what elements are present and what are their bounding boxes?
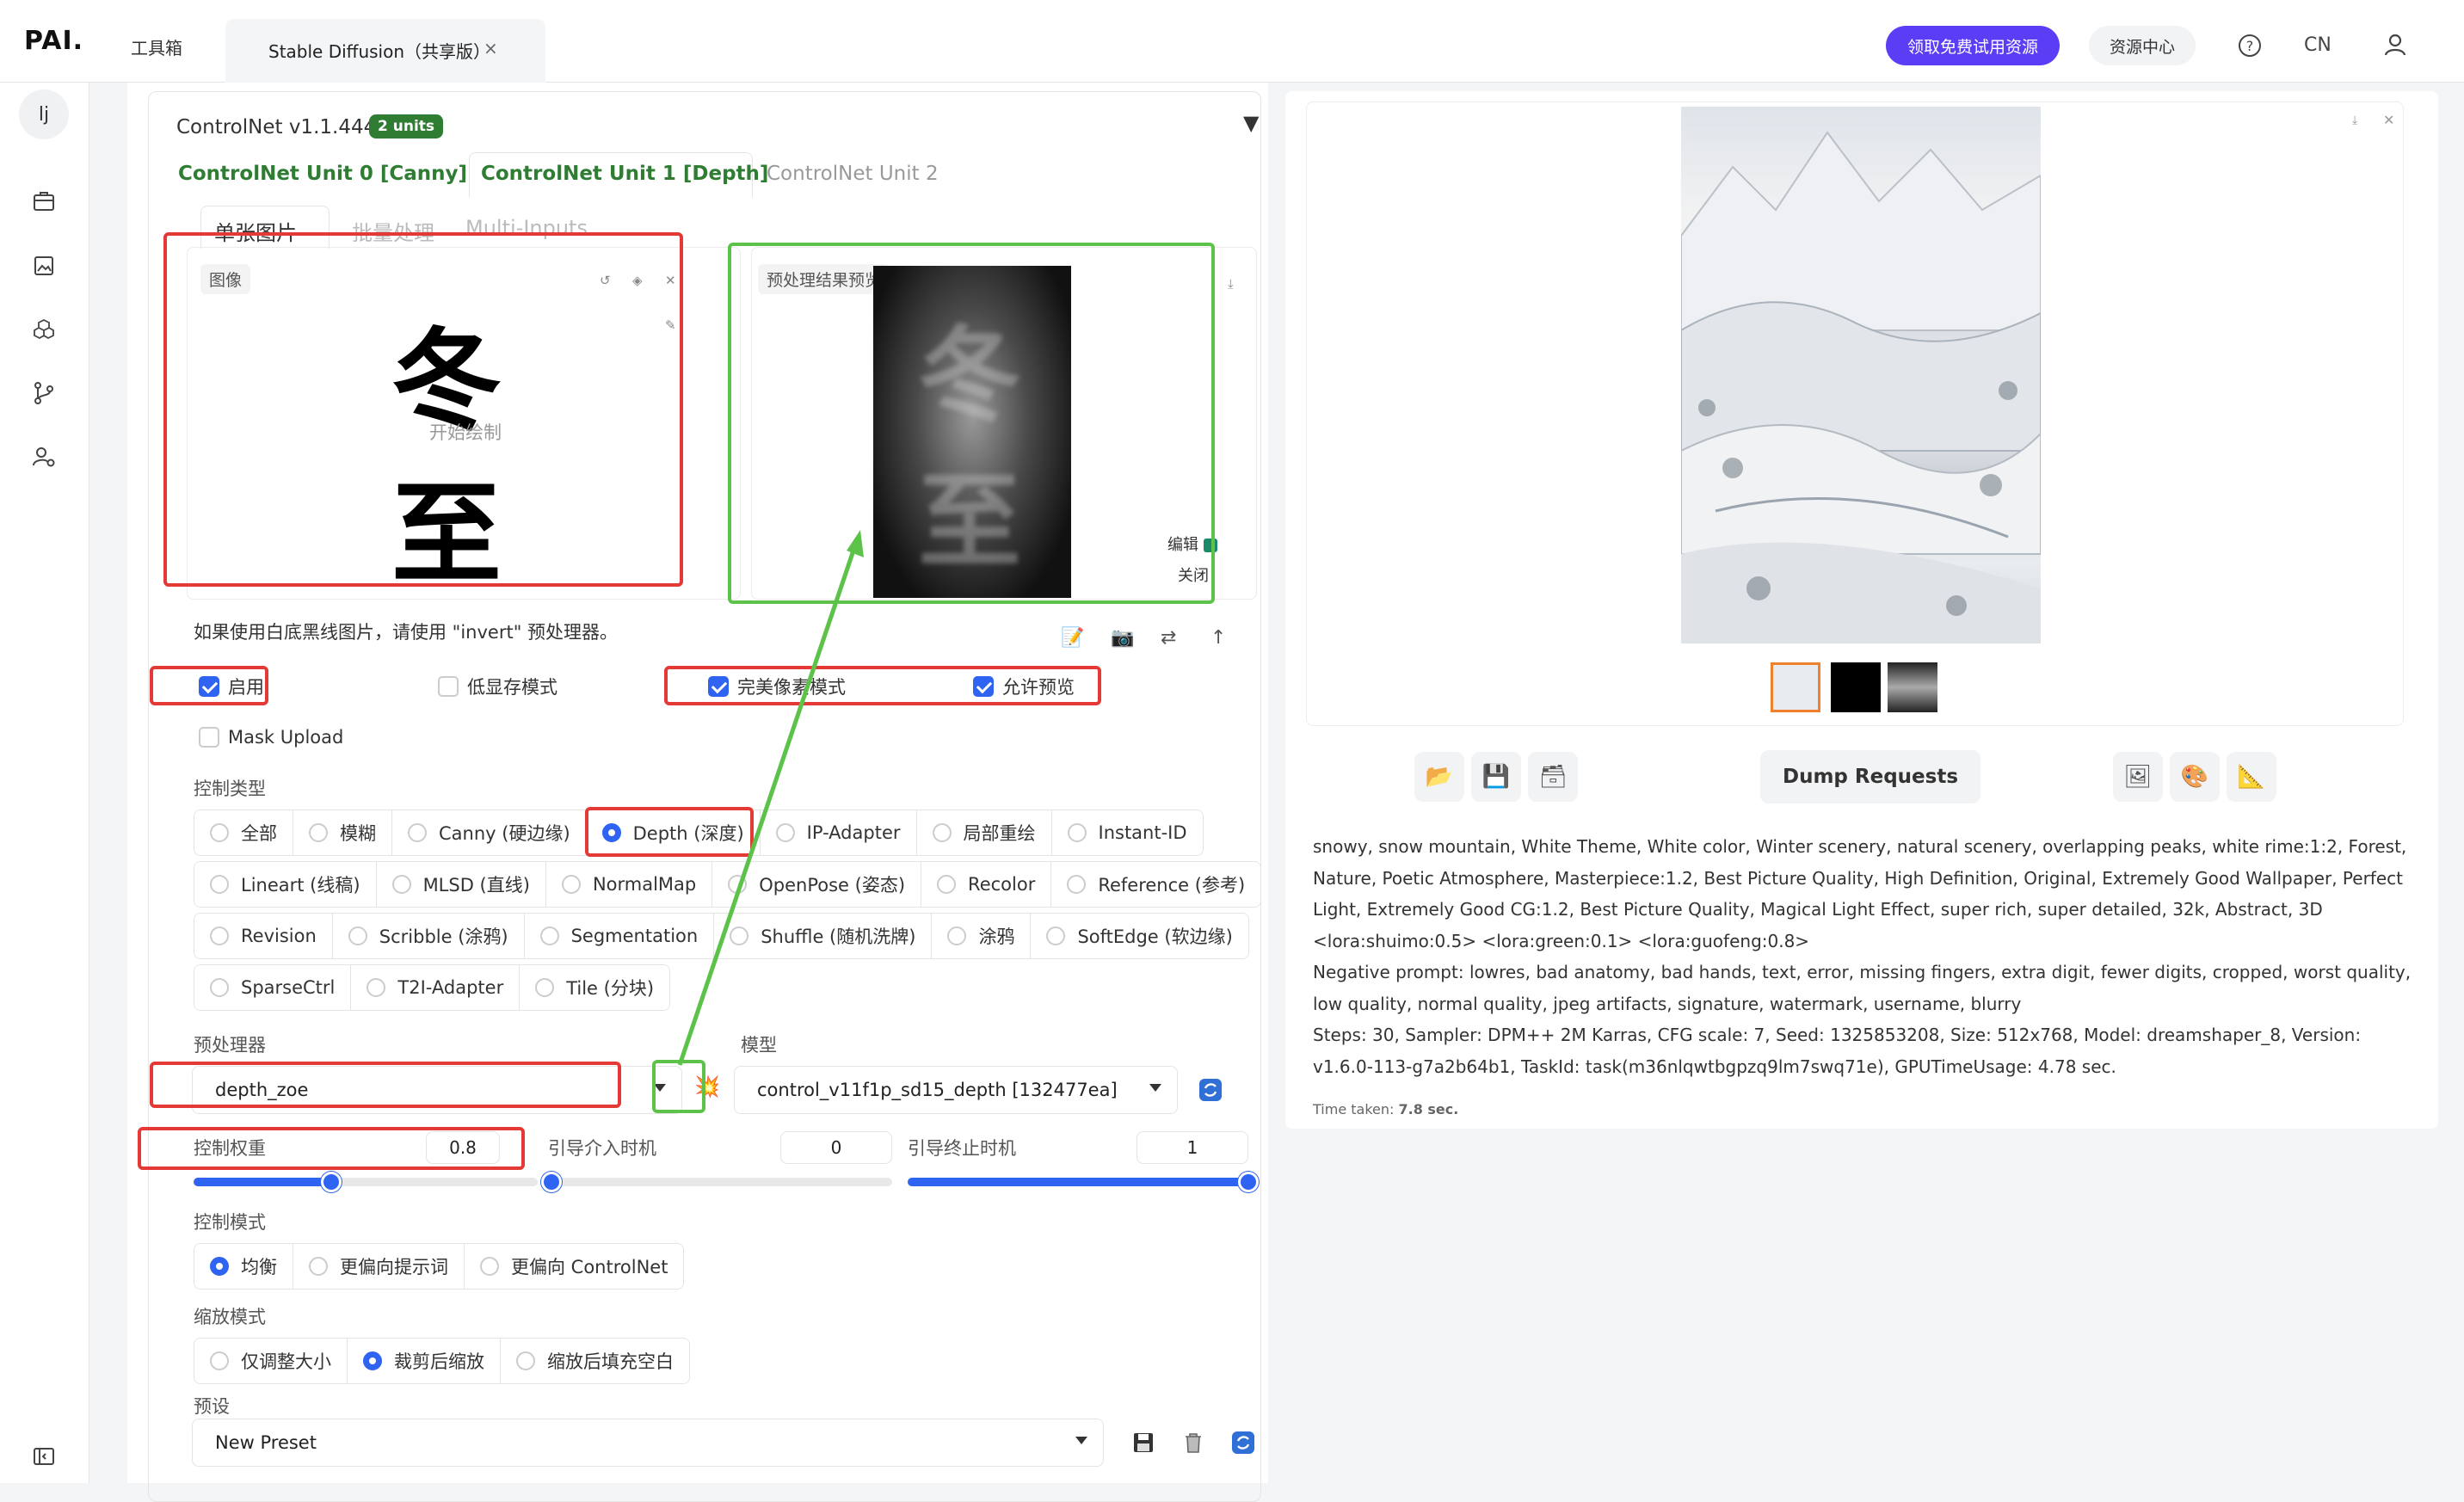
annotation-arrow xyxy=(677,530,864,1066)
